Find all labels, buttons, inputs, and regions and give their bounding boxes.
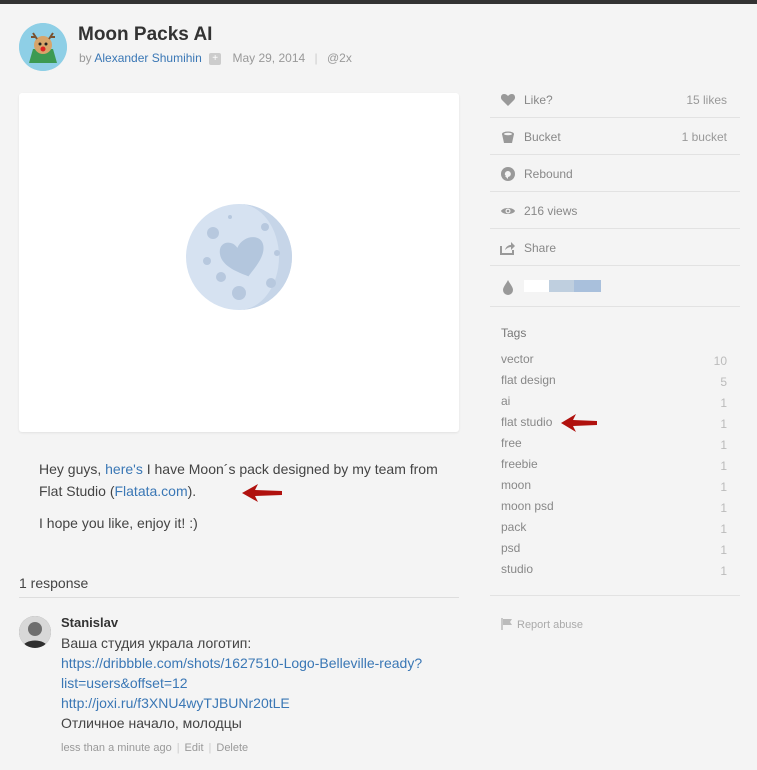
divider: | — [314, 51, 318, 65]
follow-plus-icon[interactable]: + — [209, 52, 222, 65]
tag-link[interactable]: ai — [501, 394, 510, 408]
tag-count: 1 — [720, 501, 727, 515]
flag-icon — [501, 618, 512, 630]
author-link[interactable]: Alexander Shumihin — [94, 51, 201, 65]
share-row[interactable]: Share — [490, 229, 740, 266]
bucket-icon — [502, 131, 514, 143]
likes-count[interactable]: 15 likes — [686, 93, 727, 107]
rebound-label: Rebound — [524, 167, 573, 181]
tag-count: 1 — [720, 417, 727, 431]
tag-count: 1 — [720, 543, 727, 557]
tag-link[interactable]: freebie — [501, 457, 538, 471]
comment-time: less than a minute ago — [61, 742, 172, 754]
comment-delete-link[interactable]: Delete — [216, 742, 248, 754]
comment-link[interactable]: http://joxi.ru/f3XNU4wyTJBUNr20tLE — [61, 695, 290, 711]
tag-count: 5 — [720, 375, 727, 389]
tags-heading: Tags — [501, 326, 527, 340]
annotation-arrow-icon — [242, 484, 282, 502]
commenter-name[interactable]: Stanislav — [61, 615, 118, 630]
by-label: by — [79, 51, 92, 65]
author-avatar[interactable] — [19, 23, 67, 71]
heart-icon — [500, 94, 516, 106]
bucket-label: Bucket — [524, 130, 561, 144]
responses-count: 1 response — [19, 575, 89, 591]
byline: by Alexander Shumihin + May 29, 2014 | @… — [79, 51, 352, 65]
flatata-link[interactable]: Flatata.com — [114, 483, 187, 499]
comment-meta: less than a minute ago | Edit | Delete — [61, 742, 248, 754]
tag-count: 1 — [720, 438, 727, 452]
comment-link[interactable]: list=users&offset=12 — [61, 675, 188, 691]
heres-link[interactable]: here's — [105, 461, 143, 477]
rebound-icon — [501, 167, 515, 181]
color-swatch[interactable] — [549, 280, 574, 292]
tag-count: 1 — [720, 564, 727, 578]
report-abuse-label: Report abuse — [517, 619, 584, 631]
description-text: Hey guys, — [39, 461, 106, 477]
shot-image-card[interactable] — [19, 93, 459, 432]
annotation-arrow-icon — [561, 414, 597, 432]
description-text: ). — [187, 483, 197, 499]
divider — [19, 597, 459, 598]
tag-link[interactable]: psd — [501, 541, 520, 555]
comment-text: Отличное начало, молодцы — [61, 715, 242, 731]
color-swatch[interactable] — [574, 280, 601, 292]
tag-link[interactable]: pack — [501, 520, 526, 534]
report-abuse-link[interactable]: Report abuse — [501, 618, 583, 631]
buckets-count[interactable]: 1 bucket — [682, 130, 727, 144]
tag-count: 1 — [720, 459, 727, 473]
views-label: 216 views — [524, 204, 578, 218]
tag-count: 1 — [720, 480, 727, 494]
tag-count: 10 — [713, 354, 727, 368]
tag-count: 1 — [720, 522, 727, 536]
eye-icon — [501, 208, 515, 214]
divider: | — [208, 742, 212, 754]
comment-link[interactable]: https://dribbble.com/shots/1627510-Logo-… — [61, 655, 422, 671]
shot-title: Moon Packs AI — [78, 24, 213, 45]
shot-date: May 29, 2014 — [232, 51, 306, 65]
divider: | — [176, 742, 180, 754]
divider — [490, 595, 740, 596]
color-palette-row — [490, 266, 740, 307]
bucket-row[interactable]: Bucket 1 bucket — [490, 118, 740, 155]
tag-link[interactable]: flat studio — [501, 415, 552, 429]
resolution-badge: @2x — [326, 51, 352, 65]
tag-link[interactable]: moon psd — [501, 499, 554, 513]
tag-link[interactable]: free — [501, 436, 522, 450]
description-line-2: I hope you like, enjoy it! :) — [39, 515, 198, 531]
comment-text: Ваша студия украла логотип: — [61, 635, 252, 651]
tag-link[interactable]: moon — [501, 478, 531, 492]
like-row[interactable]: Like? 15 likes — [490, 81, 740, 118]
rebound-row[interactable]: Rebound — [490, 155, 740, 192]
share-icon — [500, 242, 515, 255]
share-label: Share — [524, 241, 557, 255]
tag-link[interactable]: studio — [501, 562, 533, 576]
commenter-avatar[interactable] — [19, 616, 51, 648]
like-label: Like? — [524, 93, 553, 107]
droplet-icon — [503, 280, 513, 295]
tag-link[interactable]: vector — [501, 352, 534, 366]
moon-illustration — [186, 204, 292, 310]
views-row: 216 views — [490, 192, 740, 229]
tag-count: 1 — [720, 396, 727, 410]
comment-edit-link[interactable]: Edit — [185, 742, 204, 754]
tag-link[interactable]: flat design — [501, 373, 556, 387]
color-swatch[interactable] — [524, 280, 549, 292]
top-bar — [0, 0, 757, 4]
